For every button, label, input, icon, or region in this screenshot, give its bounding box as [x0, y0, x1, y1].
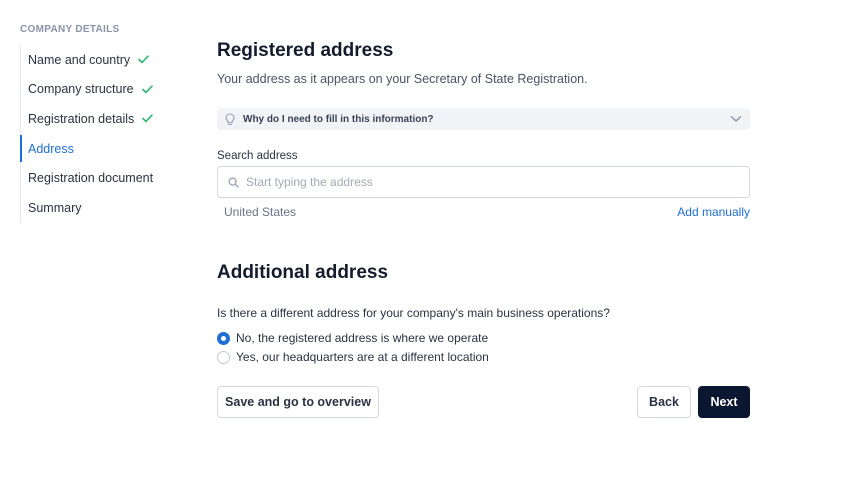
sidebar-item-company-structure[interactable]: Company structure [21, 75, 190, 105]
sidebar-item-registration-details[interactable]: Registration details [21, 104, 190, 134]
sidebar-item-address[interactable]: Address [20, 134, 190, 164]
sidebar-item-label: Summary [28, 200, 82, 215]
radio-option-yes[interactable]: Yes, our headquarters are at a different… [217, 350, 489, 364]
lightbulb-icon [225, 112, 235, 126]
sidebar-item-label: Company structure [28, 82, 134, 97]
country-label: United States [224, 205, 297, 219]
info-expander[interactable]: Why do I need to fill in this informatio… [217, 108, 750, 130]
next-button[interactable]: Next [698, 386, 750, 418]
search-address-field[interactable] [217, 166, 750, 198]
check-icon [138, 55, 149, 64]
chevron-down-icon [730, 115, 742, 123]
sidebar: COMPANY DETAILS Name and country Company… [20, 24, 190, 223]
radio-option-label: Yes, our headquarters are at a different… [236, 350, 489, 364]
add-manually-link[interactable]: Add manually [677, 205, 750, 219]
sidebar-item-summary[interactable]: Summary [21, 193, 190, 223]
radio-button-selected[interactable] [217, 331, 230, 345]
sidebar-item-label: Address [28, 141, 74, 156]
additional-address-title: Additional address [217, 262, 389, 283]
sidebar-item-registration-document[interactable]: Registration document [21, 163, 190, 193]
info-expander-label: Why do I need to fill in this informatio… [243, 113, 434, 125]
sidebar-item-label: Name and country [28, 52, 131, 67]
save-and-go-to-overview-button[interactable]: Save and go to overview [217, 386, 379, 418]
registered-address-subtitle: Your address as it appears on your Secre… [217, 72, 588, 86]
sidebar-item-name-and-country[interactable]: Name and country [21, 45, 190, 75]
check-icon [141, 85, 153, 94]
back-button[interactable]: Back [637, 386, 691, 418]
search-address-input[interactable] [246, 175, 739, 189]
radio-button[interactable] [217, 350, 230, 364]
search-address-label: Search address [217, 150, 298, 162]
registered-address-title: Registered address [217, 40, 394, 61]
radio-option-no[interactable]: No, the registered address is where we o… [217, 331, 488, 345]
radio-option-label: No, the registered address is where we o… [236, 331, 489, 345]
sidebar-item-label: Registration document [28, 171, 154, 186]
step-list: Name and country Company structure Regis… [20, 45, 190, 223]
search-icon [228, 176, 239, 188]
sidebar-item-label: Registration details [28, 111, 135, 126]
additional-address-question: Is there a different address for your co… [217, 306, 610, 320]
check-icon [142, 114, 154, 123]
sidebar-heading: COMPANY DETAILS [20, 24, 120, 35]
